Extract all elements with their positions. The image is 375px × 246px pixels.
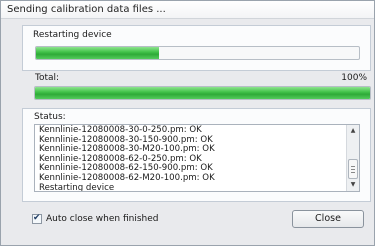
scroll-down-arrow-icon[interactable]: ▼ <box>348 180 358 190</box>
auto-close-checkbox[interactable]: ✔ <box>32 213 42 224</box>
total-progress-fill <box>35 87 370 99</box>
total-progress-bar <box>34 86 371 100</box>
status-panel: Status: Kennlinie-12080008-30-0-250.pm: … <box>22 108 371 202</box>
total-percent: 100% <box>341 73 367 83</box>
total-label: Total: <box>35 73 60 83</box>
status-label: Status: <box>34 112 66 122</box>
current-operation-label: Restarting device <box>33 30 112 40</box>
current-operation-panel: Restarting device <box>22 25 371 71</box>
vertical-scrollbar[interactable]: ▲ ▼ <box>346 125 359 191</box>
dialog-window: Sending calibration data files ... Resta… <box>0 0 375 246</box>
status-log-line: Restarting device <box>39 182 115 192</box>
checkmark-icon: ✔ <box>33 213 41 223</box>
close-button[interactable]: Close <box>292 210 364 228</box>
auto-close-label[interactable]: Auto close when finished <box>46 214 158 224</box>
current-progress-fill <box>36 47 159 59</box>
status-log-lines: Kennlinie-12080008-30-0-250.pm: OK Kennl… <box>39 125 344 192</box>
scrollbar-thumb[interactable] <box>348 159 358 179</box>
status-log-list[interactable]: Kennlinie-12080008-30-0-250.pm: OK Kennl… <box>34 124 360 192</box>
title-bar[interactable]: Sending calibration data files ... <box>1 1 374 19</box>
window-title: Sending calibration data files ... <box>7 4 166 15</box>
current-progress-bar <box>35 46 360 60</box>
auto-close-option[interactable]: ✔ Auto close when finished <box>32 213 158 224</box>
scroll-up-arrow-icon[interactable]: ▲ <box>348 126 358 136</box>
